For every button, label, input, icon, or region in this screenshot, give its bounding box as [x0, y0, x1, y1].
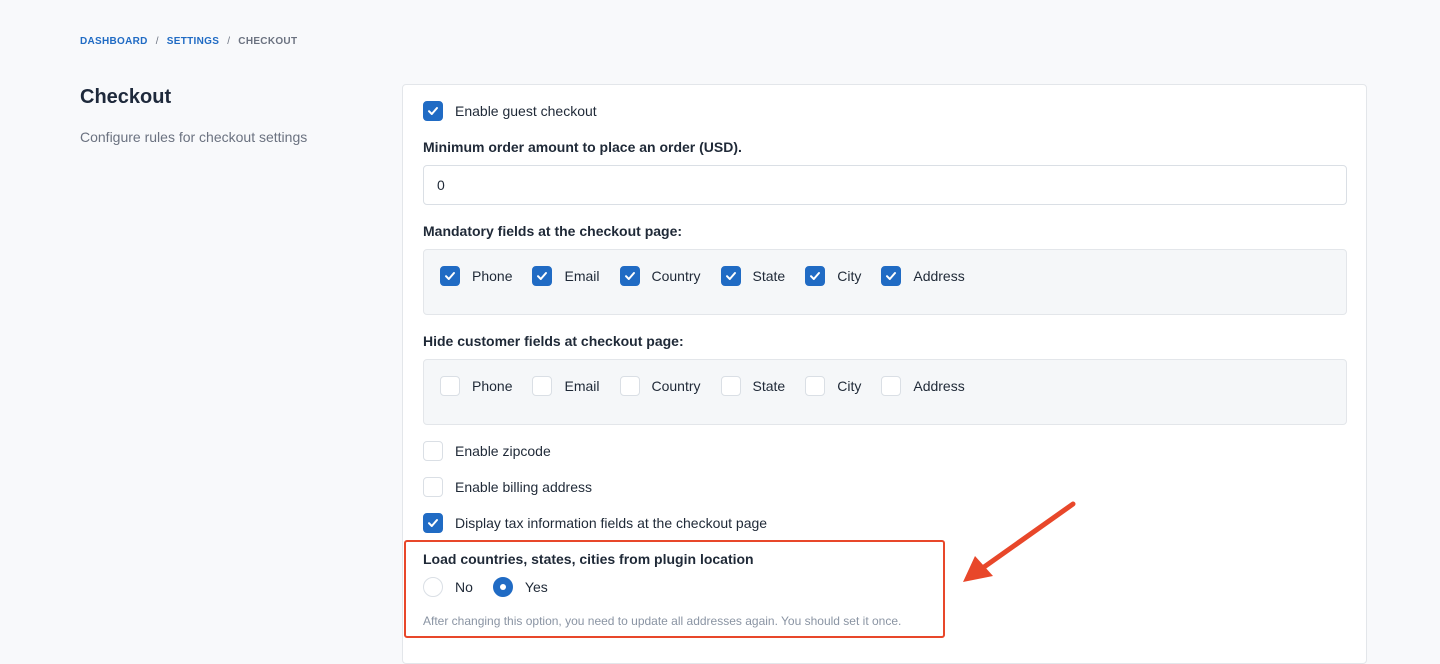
mandatory-fields-group: Phone Email Country State City Address	[423, 249, 1347, 315]
checkmark-icon	[428, 107, 438, 115]
guest-checkout-row[interactable]: Enable guest checkout	[423, 101, 597, 121]
guest-checkout-label: Enable guest checkout	[455, 103, 597, 119]
checkmark-icon	[725, 272, 736, 280]
mandatory-option[interactable]: Email	[532, 266, 600, 286]
hide-option[interactable]: City	[805, 376, 861, 396]
hide-city-checkbox[interactable]	[805, 376, 826, 396]
checkmark-icon	[428, 519, 438, 527]
section-header: Checkout Configure rules for checkout se…	[80, 86, 380, 145]
mandatory-fields-label: Mandatory fields at the checkout page:	[423, 223, 683, 239]
mandatory-city-checkbox[interactable]	[805, 266, 826, 286]
mandatory-state-label: State	[752, 268, 786, 284]
mandatory-option[interactable]: City	[805, 266, 861, 286]
min-order-input[interactable]	[423, 165, 1347, 205]
mandatory-address-label: Address	[913, 268, 965, 284]
hide-option[interactable]: Address	[881, 376, 965, 396]
breadcrumb: DASHBOARD / SETTINGS / CHECKOUT	[80, 36, 297, 47]
checkmark-icon	[537, 272, 548, 280]
hide-phone-checkbox[interactable]	[440, 376, 460, 396]
page-title: Checkout	[80, 86, 172, 108]
mandatory-email-checkbox[interactable]	[532, 266, 553, 286]
mandatory-email-label: Email	[564, 268, 600, 284]
zipcode-label: Enable zipcode	[455, 443, 551, 459]
breadcrumb-separator: /	[155, 36, 159, 47]
breadcrumb-settings[interactable]: SETTINGS	[167, 36, 219, 47]
breadcrumb-dashboard[interactable]: DASHBOARD	[80, 36, 148, 47]
hide-option[interactable]: Country	[619, 376, 701, 396]
hide-city-label: City	[837, 378, 862, 394]
mandatory-state-checkbox[interactable]	[720, 266, 741, 286]
hide-state-label: State	[752, 378, 786, 394]
hide-option[interactable]: Email	[532, 376, 600, 396]
mandatory-option[interactable]: Address	[881, 266, 965, 286]
page-description: Configure rules for checkout settings	[80, 129, 308, 145]
breadcrumb-separator: /	[227, 36, 231, 47]
billing-checkbox[interactable]	[423, 477, 443, 497]
tax-row[interactable]: Display tax information fields at the ch…	[423, 513, 767, 533]
hide-address-checkbox[interactable]	[881, 376, 902, 396]
checkmark-icon	[886, 272, 897, 280]
hide-state-checkbox[interactable]	[720, 376, 741, 396]
hide-country-checkbox[interactable]	[619, 376, 640, 396]
breadcrumb-current: CHECKOUT	[238, 36, 298, 47]
hide-email-label: Email	[564, 378, 600, 394]
mandatory-city-label: City	[837, 268, 862, 284]
billing-label: Enable billing address	[455, 479, 592, 495]
annotation-highlight-box	[404, 540, 945, 638]
mandatory-option[interactable]: Country	[619, 266, 701, 286]
hide-country-label: Country	[651, 378, 701, 394]
mandatory-option[interactable]: Phone	[440, 266, 512, 286]
zipcode-checkbox[interactable]	[423, 441, 443, 461]
hide-email-checkbox[interactable]	[532, 376, 553, 396]
hide-option[interactable]: State	[720, 376, 786, 396]
mandatory-country-label: Country	[651, 268, 701, 284]
mandatory-phone-checkbox[interactable]	[440, 266, 460, 286]
checkmark-icon	[445, 272, 455, 280]
mandatory-country-checkbox[interactable]	[619, 266, 640, 286]
zipcode-row[interactable]: Enable zipcode	[423, 441, 551, 461]
tax-label: Display tax information fields at the ch…	[455, 515, 768, 531]
checkmark-icon	[810, 272, 821, 280]
mandatory-address-checkbox[interactable]	[881, 266, 902, 286]
mandatory-option[interactable]: State	[720, 266, 786, 286]
billing-row[interactable]: Enable billing address	[423, 477, 592, 497]
hide-phone-label: Phone	[472, 378, 513, 394]
mandatory-phone-label: Phone	[472, 268, 513, 284]
min-order-label: Minimum order amount to place an order (…	[423, 139, 742, 155]
hide-option[interactable]: Phone	[440, 376, 512, 396]
tax-checkbox[interactable]	[423, 513, 443, 533]
hide-fields-label: Hide customer fields at checkout page:	[423, 333, 684, 349]
checkmark-icon	[624, 272, 635, 280]
hide-address-label: Address	[913, 378, 965, 394]
hide-fields-group: Phone Email Country State City Address	[423, 359, 1347, 425]
guest-checkout-checkbox[interactable]	[423, 101, 443, 121]
arrow-icon	[963, 501, 1076, 582]
